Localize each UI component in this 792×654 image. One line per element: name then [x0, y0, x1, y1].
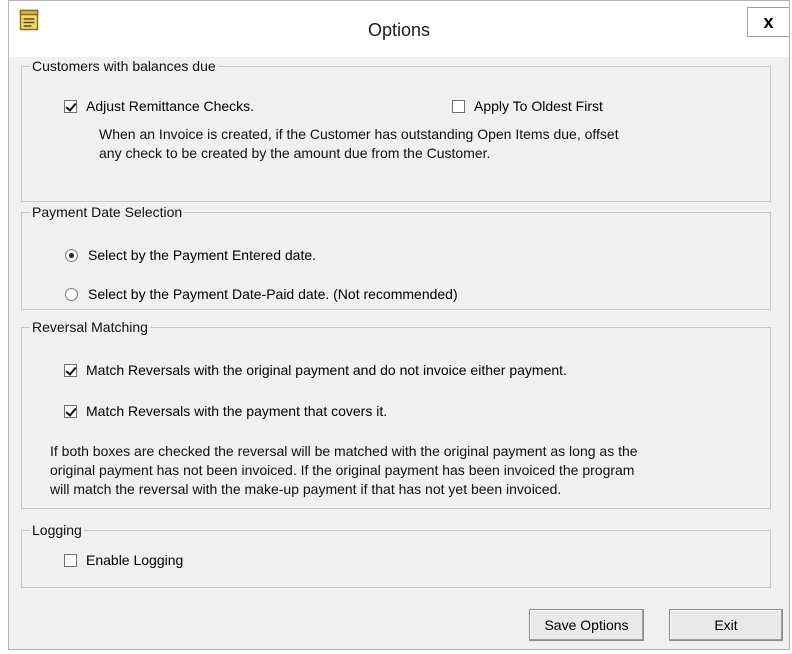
- match-original-checkbox[interactable]: [64, 363, 77, 377]
- reversal-matching-legend: Reversal Matching: [32, 319, 148, 335]
- adjust-remittance-checkbox[interactable]: [64, 99, 77, 113]
- title-bar: Options x: [9, 1, 789, 57]
- adjust-remittance-label: Adjust Remittance Checks.: [86, 98, 255, 114]
- apply-oldest-checkbox[interactable]: [452, 99, 465, 113]
- apply-oldest-label: Apply To Oldest First: [474, 98, 603, 114]
- match-cover-checkbox[interactable]: [64, 404, 77, 418]
- save-options-button[interactable]: Save Options: [529, 609, 644, 641]
- options-panel: Customers with balances due Adjust Remit…: [15, 58, 783, 646]
- reversal-note-line2: original payment has not been invoiced. …: [50, 462, 635, 478]
- close-button[interactable]: x: [747, 7, 789, 37]
- payment-paid-option[interactable]: Select by the Payment Date-Paid date. (N…: [65, 286, 458, 302]
- customers-desc-line2: any check to be created by the amount du…: [99, 145, 491, 161]
- match-cover-label: Match Reversals with the payment that co…: [86, 403, 388, 419]
- payment-paid-label: Select by the Payment Date-Paid date. (N…: [88, 286, 458, 302]
- match-original-option[interactable]: Match Reversals with the original paymen…: [64, 362, 567, 378]
- exit-button[interactable]: Exit: [669, 609, 783, 641]
- adjust-remittance-option[interactable]: Adjust Remittance Checks.: [64, 98, 254, 114]
- payment-entered-label: Select by the Payment Entered date.: [88, 247, 317, 263]
- payment-entered-option[interactable]: Select by the Payment Entered date.: [65, 247, 316, 263]
- apply-oldest-option[interactable]: Apply To Oldest First: [452, 98, 603, 114]
- options-dialog: Options x Customers with balances due Ad…: [8, 0, 790, 650]
- logging-legend: Logging: [32, 522, 82, 538]
- payment-entered-radio[interactable]: [65, 248, 78, 262]
- close-icon: x: [763, 11, 774, 32]
- payment-date-legend: Payment Date Selection: [32, 204, 183, 220]
- match-cover-option[interactable]: Match Reversals with the payment that co…: [64, 403, 387, 419]
- enable-logging-option[interactable]: Enable Logging: [64, 552, 183, 568]
- window-title: Options: [367, 20, 431, 40]
- customers-desc-line1: When an Invoice is created, if the Custo…: [99, 126, 619, 142]
- customers-balances-legend: Customers with balances due: [32, 58, 216, 74]
- payment-paid-radio[interactable]: [65, 287, 78, 301]
- enable-logging-checkbox[interactable]: [64, 553, 77, 567]
- enable-logging-label: Enable Logging: [86, 552, 184, 568]
- match-original-label: Match Reversals with the original paymen…: [86, 362, 567, 378]
- reversal-note-line1: If both boxes are checked the reversal w…: [50, 443, 638, 459]
- customers-description: When an Invoice is created, if the Custo…: [99, 125, 619, 163]
- reversal-note: If both boxes are checked the reversal w…: [50, 442, 638, 499]
- reversal-note-line3: will match the reversal with the make-up…: [50, 481, 562, 497]
